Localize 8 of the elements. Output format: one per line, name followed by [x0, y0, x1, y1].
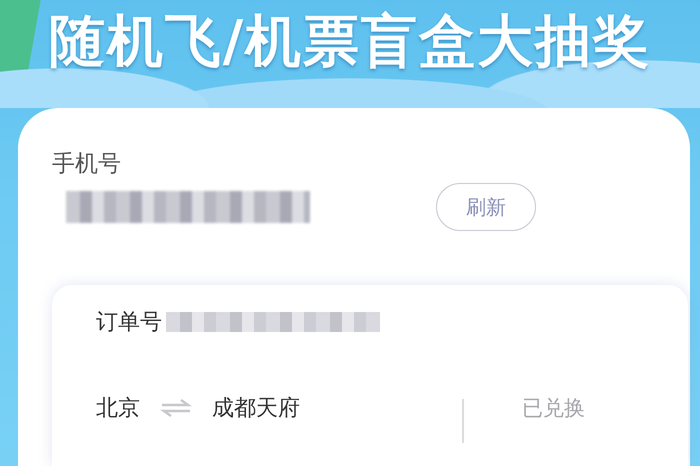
origin-city: 北京 — [96, 395, 140, 423]
destination-city: 成都天府 — [212, 395, 300, 423]
swap-arrows-icon — [160, 398, 192, 418]
status-text: 已兑换 — [522, 395, 585, 422]
banner-title: 随机飞/机票盲盒大抽奖 — [48, 8, 652, 76]
phone-label: 手机号 — [52, 150, 122, 179]
order-label: 订单号 — [96, 309, 162, 337]
refresh-button[interactable]: 刷新 — [436, 183, 536, 231]
